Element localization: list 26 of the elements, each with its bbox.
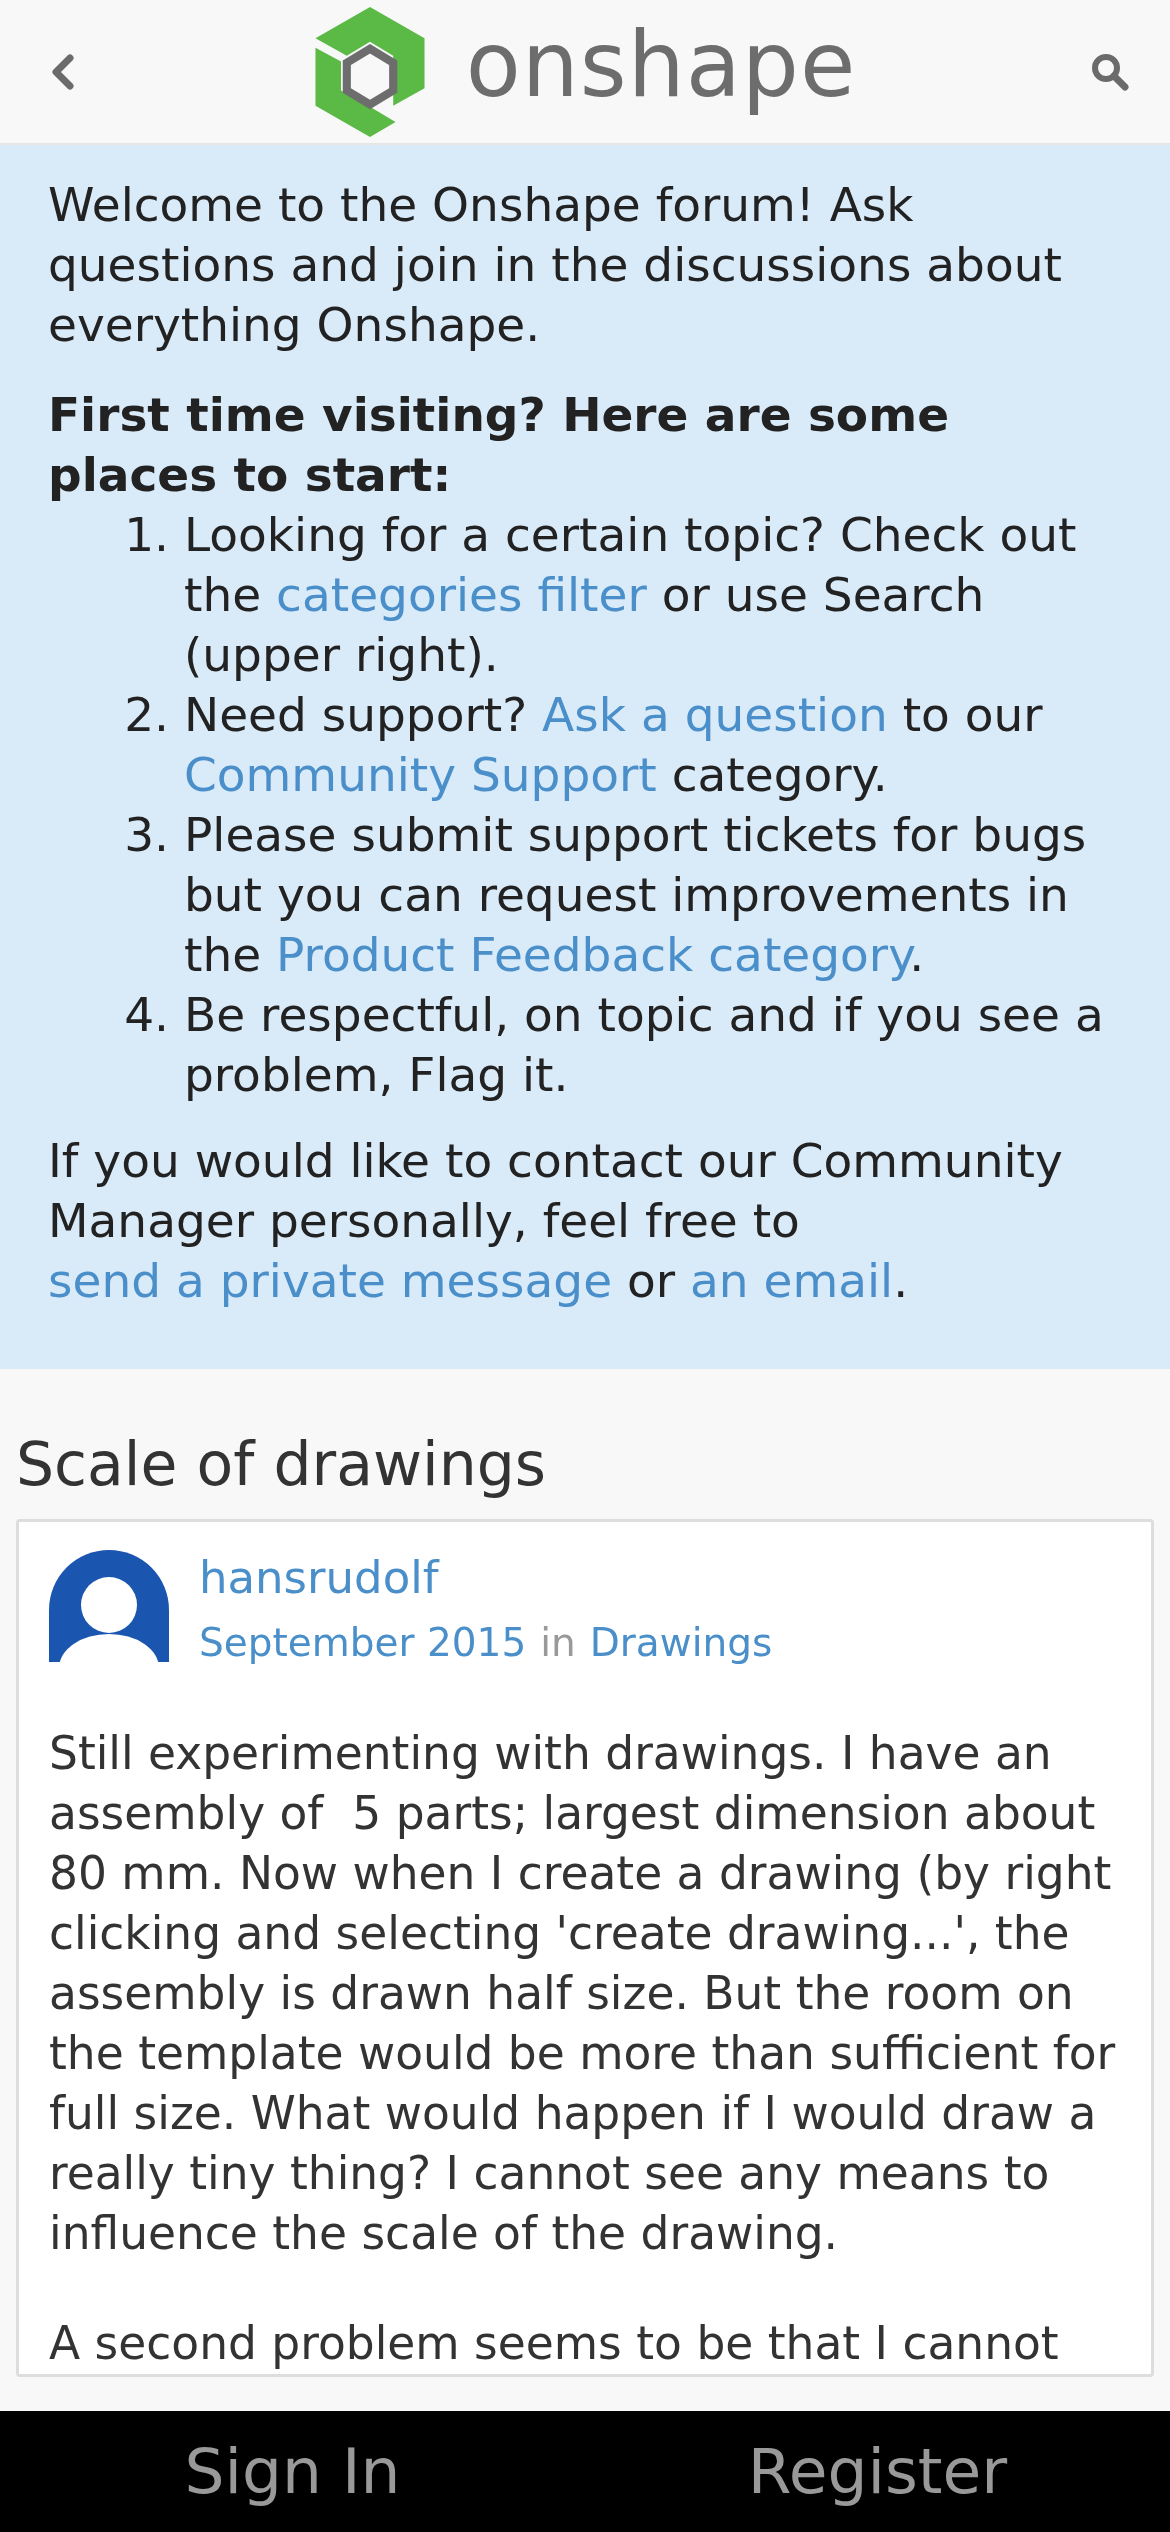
author-link[interactable]: hansrudolf <box>199 1550 773 1606</box>
step-number: 4. <box>123 986 170 1044</box>
welcome-heading: First time visiting? Here are some places to start: <box>48 386 950 504</box>
date-link[interactable]: September 2015 <box>199 1618 527 1668</box>
post-text: Still experimenting with drawings. I have an assembly of 5 parts; largest dimension about 80 mm. Now when I create a drawing (by right clicking and selecting 'create drawing...', the assembly is drawn half size. But the room on the template would be more than sufficient for full size. What would happen if I would draw a really tiny thing? I cannot see any means to influence the scale of the drawing. <box>49 1726 1117 2262</box>
step-number: 2. <box>123 686 170 744</box>
discussion-title: Scale of drawings <box>15 1428 548 1501</box>
welcome-text: Welcome to the Onshape forum! Ask questions and join in the discussions about everything Onshape. <box>48 176 1063 354</box>
step-text: Need support? Ask a question to our Community Support category. <box>184 686 1044 804</box>
link[interactable]: Ask a question <box>542 687 888 742</box>
step-text: Please submit support tickets for bugs but you can request improvements in the Product Feedback category. <box>184 806 1088 984</box>
link[interactable]: send a private message <box>48 1253 613 1308</box>
in-label: in <box>540 1619 576 1667</box>
search-icon[interactable] <box>1090 51 1130 92</box>
step-number: 3. <box>123 806 170 864</box>
category-link[interactable]: Drawings <box>589 1618 773 1668</box>
step-text: Be respectful, on topic and if you see a problem, Flag it. <box>184 986 1105 1104</box>
step-text: Looking for a certain topic? Check out the categories filter or use Search (upper right). <box>184 506 1078 684</box>
step-number: 1. <box>123 506 170 564</box>
brand-name: onshape <box>465 19 857 119</box>
link[interactable]: an email <box>690 1253 894 1308</box>
link[interactable]: Product Feedback category <box>276 927 910 982</box>
link[interactable]: Community Support <box>184 747 657 802</box>
link[interactable]: categories filter <box>276 567 647 622</box>
contact-text: If you would like to contact our Community Manager personally, feel free to send a private message or an email. <box>48 1132 1064 1310</box>
post-text: A second problem seems to be that I cannot <box>49 2316 1060 2372</box>
